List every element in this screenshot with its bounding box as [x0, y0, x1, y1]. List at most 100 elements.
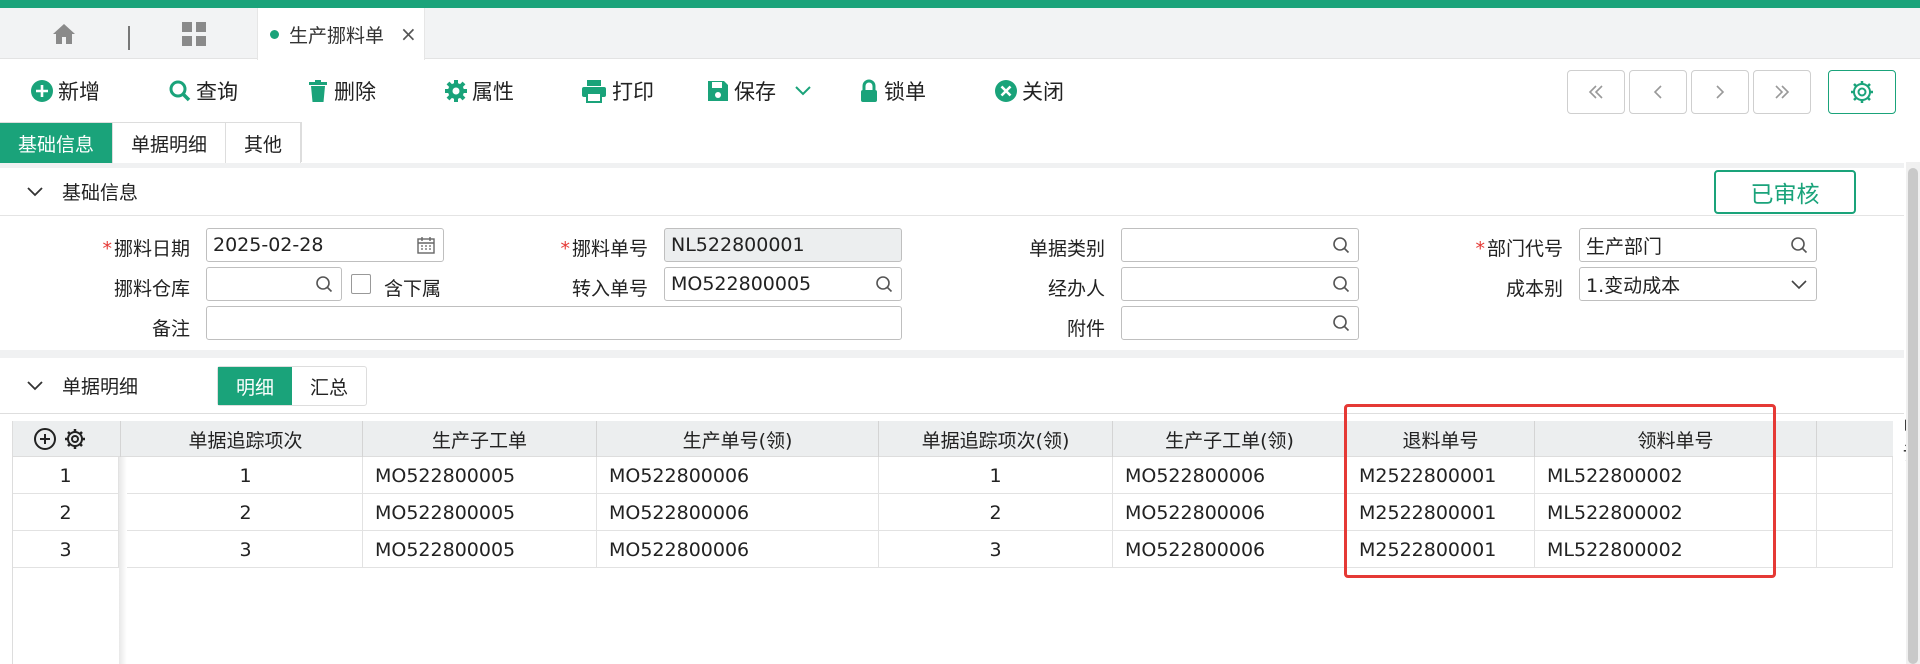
double-chevron-right-icon	[1775, 85, 1790, 99]
chevron-down-icon	[795, 86, 811, 96]
basic-info-title: 基础信息	[62, 182, 139, 204]
cell-idx[interactable]: 2	[13, 494, 119, 531]
save-dropdown[interactable]	[794, 74, 816, 108]
cell-seq[interactable]: 1	[129, 457, 363, 494]
delete-button[interactable]: 删除	[306, 74, 376, 108]
tab-production-transfer[interactable]: 生产挪料单 ×	[257, 8, 425, 60]
required-mark: *	[1475, 238, 1485, 260]
doc-type-label: 单据类别	[1028, 238, 1105, 260]
attach-label: 附件	[1066, 318, 1105, 340]
scrollbar-thumb[interactable]	[1908, 168, 1918, 664]
transfer-no-value: NL522800001	[671, 234, 805, 256]
settings-gear-icon	[1851, 81, 1873, 103]
basic-info-panel: 基础信息 已审核 * 挪料日期 2025-02-28 * 挪料单号 NL522800…	[0, 168, 1904, 350]
col-seq-pick[interactable]: 单据追踪项次(领)	[879, 421, 1113, 457]
tab-label: 生产挪料单	[289, 24, 385, 47]
tab-basic-info[interactable]: 基础信息	[0, 123, 114, 163]
apps-tab[interactable]	[132, 8, 256, 59]
doc-type-field[interactable]	[1121, 228, 1359, 262]
cell-sub-mo[interactable]: MO522800005	[363, 457, 597, 494]
column-settings-icon[interactable]	[63, 427, 87, 451]
col-apply[interactable]: 申请	[1817, 416, 1920, 465]
search-icon[interactable]	[1332, 236, 1350, 254]
search-icon[interactable]	[1790, 236, 1808, 254]
cell-apply[interactable]	[1817, 457, 1893, 494]
tab-other[interactable]: 其他	[226, 123, 302, 163]
home-tab[interactable]	[0, 8, 128, 59]
cost-label: 成本别	[1505, 278, 1563, 300]
cell-sub-mo[interactable]: MO522800005	[363, 494, 597, 531]
col-mo-pick[interactable]: 生产单号(领)	[597, 421, 879, 457]
save-icon	[708, 81, 728, 101]
cell-apply[interactable]	[1817, 494, 1893, 531]
cell-mo-pick[interactable]: MO522800006	[597, 494, 879, 531]
search-icon[interactable]	[1332, 275, 1350, 293]
col-sub-mo[interactable]: 生产子工单	[363, 421, 597, 457]
first-record-button[interactable]	[1567, 70, 1625, 114]
cell-idx[interactable]: 3	[13, 531, 119, 568]
new-button-label: 新增	[58, 80, 100, 104]
handler-field[interactable]	[1121, 267, 1359, 301]
close-circle-icon	[995, 80, 1017, 102]
new-button[interactable]: 新增	[30, 74, 100, 108]
prev-record-button[interactable]	[1629, 70, 1687, 114]
double-chevron-left-icon	[1588, 85, 1603, 99]
col-sub-mo-pick[interactable]: 生产子工单(领)	[1113, 421, 1347, 457]
settings-button[interactable]	[1828, 70, 1896, 114]
next-record-button[interactable]	[1691, 70, 1749, 114]
transfer-in-field[interactable]: MO522800005	[664, 267, 902, 301]
query-button-label: 查询	[196, 80, 238, 104]
save-button[interactable]: 保存	[706, 74, 776, 108]
search-icon[interactable]	[875, 275, 893, 293]
cell-apply[interactable]	[1817, 531, 1893, 568]
search-icon[interactable]	[315, 275, 333, 293]
search-icon[interactable]	[1332, 314, 1350, 332]
include-sub-checkbox[interactable]	[351, 274, 371, 294]
cell-seq-pick[interactable]: 1	[879, 457, 1113, 494]
cell-sub-mo-pick[interactable]: MO522800006	[1113, 494, 1347, 531]
dept-label: * 部门代号	[1443, 234, 1563, 261]
status-badge: 已审核	[1714, 170, 1856, 214]
cell-sub-mo[interactable]: MO522800005	[363, 531, 597, 568]
warehouse-field[interactable]	[206, 267, 342, 301]
detail-title: 单据明细	[62, 376, 139, 398]
basic-info-header[interactable]: 基础信息	[0, 168, 1904, 216]
cell-seq-pick[interactable]: 2	[879, 494, 1113, 531]
cell-seq[interactable]: 3	[129, 531, 363, 568]
close-button[interactable]: 关闭	[994, 74, 1064, 108]
dept-field[interactable]: 生产部门	[1579, 228, 1817, 262]
chevron-left-icon	[1653, 85, 1662, 99]
query-button[interactable]: 查询	[168, 74, 238, 108]
cell-seq[interactable]: 2	[129, 494, 363, 531]
lock-button[interactable]: 锁单	[858, 74, 926, 108]
active-dot-icon	[270, 29, 279, 39]
close-tab-icon[interactable]: ×	[400, 22, 417, 46]
calendar-icon[interactable]	[417, 236, 435, 254]
cell-mo-pick[interactable]: MO522800006	[597, 531, 879, 568]
highlight-box	[1344, 404, 1776, 578]
cell-mo-pick[interactable]: MO522800006	[597, 457, 879, 494]
chevron-right-icon	[1716, 85, 1725, 99]
save-button-label: 保存	[734, 80, 776, 104]
transfer-in-value: MO522800005	[671, 273, 812, 295]
cost-select[interactable]: 1.变动成本	[1579, 267, 1817, 301]
properties-button[interactable]: 属性	[444, 74, 514, 108]
cell-sub-mo-pick[interactable]: MO522800006	[1113, 531, 1347, 568]
tab-doc-detail[interactable]: 单据明细	[113, 123, 227, 163]
attach-field[interactable]	[1121, 306, 1359, 340]
print-button[interactable]: 打印	[580, 74, 654, 108]
cell-seq-pick[interactable]: 3	[879, 531, 1113, 568]
remark-field[interactable]	[206, 306, 902, 340]
cell-idx[interactable]: 1	[13, 457, 119, 494]
date-field[interactable]: 2025-02-28	[206, 228, 444, 262]
last-record-button[interactable]	[1753, 70, 1811, 114]
date-label: * 挪料日期	[70, 234, 190, 261]
cell-sub-mo-pick[interactable]: MO522800006	[1113, 457, 1347, 494]
date-value: 2025-02-28	[213, 234, 324, 256]
subtab-detail[interactable]: 明细	[218, 367, 293, 405]
col-seq[interactable]: 单据追踪项次	[129, 421, 363, 457]
section-tabs: 基础信息 单据明细 其他	[0, 122, 303, 163]
row-header-tools	[13, 421, 121, 457]
subtab-summary[interactable]: 汇总	[292, 367, 366, 405]
add-row-icon[interactable]	[33, 427, 57, 451]
